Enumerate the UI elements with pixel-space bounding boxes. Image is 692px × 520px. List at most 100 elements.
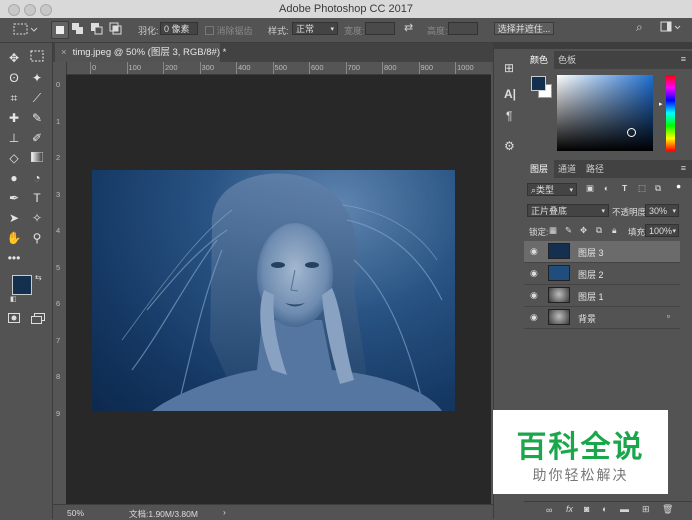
filter-type-layer-icon[interactable]: T bbox=[622, 183, 627, 193]
opacity-input[interactable]: 30% ▾ bbox=[645, 204, 679, 217]
new-selection-button[interactable] bbox=[51, 21, 69, 39]
tab-color[interactable]: 颜色 bbox=[524, 51, 555, 69]
history-panel-icon[interactable]: ⊞ bbox=[504, 61, 514, 75]
layer-row-background[interactable]: ◉ 背景 ▫ bbox=[524, 307, 680, 329]
width-input[interactable] bbox=[365, 22, 395, 35]
lock-transparent-pixels-icon[interactable]: ▦ bbox=[549, 225, 557, 236]
marquee-icon bbox=[30, 50, 44, 62]
layer-filter-kind-select[interactable]: ⌕类型 ▾ bbox=[527, 183, 577, 196]
color-picker-field[interactable] bbox=[557, 75, 653, 151]
filter-pixel-layer-icon[interactable]: ▣ bbox=[586, 183, 594, 194]
blur-tool-icon[interactable]: ● bbox=[4, 169, 24, 187]
add-mask-icon[interactable]: ◙ bbox=[584, 504, 589, 514]
paragraph-panel-icon[interactable]: ¶ bbox=[506, 109, 512, 123]
new-layer-icon[interactable]: ⊞ bbox=[642, 504, 650, 515]
layer-thumbnail bbox=[548, 287, 570, 303]
properties-panel-icon[interactable]: ⚙ bbox=[504, 139, 515, 153]
hand-tool-icon[interactable]: ✋ bbox=[4, 229, 24, 247]
clone-stamp-tool-icon[interactable]: ⊥ bbox=[4, 129, 24, 147]
edit-toolbar-icon[interactable]: ••• bbox=[4, 249, 24, 267]
delete-layer-icon[interactable]: 🗑︎ bbox=[662, 504, 673, 515]
gradient-tool-icon[interactable] bbox=[27, 149, 47, 167]
add-selection-button[interactable] bbox=[70, 21, 86, 37]
new-group-icon[interactable]: ▬ bbox=[620, 504, 629, 514]
swap-colors-icon[interactable]: ⇆ bbox=[35, 273, 42, 282]
panel-menu-icon[interactable]: ≡ bbox=[681, 163, 686, 173]
magic-wand-tool-icon[interactable]: ✦ bbox=[27, 69, 47, 87]
crop-tool-icon[interactable]: ⌗ bbox=[4, 89, 24, 107]
layer-style-icon[interactable]: fx bbox=[566, 504, 573, 514]
tab-layers[interactable]: 图层 bbox=[524, 160, 555, 178]
workspace-switcher[interactable] bbox=[660, 21, 682, 35]
antialias-checkbox[interactable]: 消除锯齿 bbox=[205, 24, 253, 37]
gradient-icon bbox=[30, 151, 44, 163]
intersect-selection-button[interactable] bbox=[108, 21, 124, 37]
zoom-level[interactable]: 50% bbox=[67, 508, 84, 518]
document-tab[interactable]: × timg.jpeg @ 50% (图层 3, RGB/8#) * bbox=[55, 43, 226, 62]
visibility-eye-icon[interactable]: ◉ bbox=[530, 268, 540, 278]
marquee-preset-picker[interactable] bbox=[10, 21, 38, 37]
quick-mask-icon[interactable] bbox=[8, 313, 20, 326]
select-and-mask-button[interactable]: 选择并遮住... bbox=[494, 22, 554, 35]
close-tab-icon[interactable]: × bbox=[55, 47, 73, 58]
screen-mode-icon[interactable] bbox=[31, 313, 45, 327]
layer-name[interactable]: 图层 3 bbox=[578, 246, 604, 259]
zoom-tool-icon[interactable]: ⚲ bbox=[27, 229, 47, 247]
pen-tool-icon[interactable]: ✒ bbox=[4, 189, 24, 207]
height-input[interactable] bbox=[448, 22, 478, 35]
visibility-eye-icon[interactable]: ◉ bbox=[530, 290, 540, 300]
filter-shape-layer-icon[interactable]: ⬚ bbox=[638, 183, 646, 194]
lasso-tool-icon[interactable]: ʘ bbox=[4, 69, 24, 87]
tab-paths[interactable]: 路径 bbox=[580, 160, 610, 178]
layer-row-3[interactable]: ◉ 图层 3 bbox=[524, 241, 680, 263]
blend-mode-select[interactable]: 正片叠底 ▾ bbox=[527, 204, 609, 217]
layer-row-2[interactable]: ◉ 图层 2 bbox=[524, 263, 680, 285]
subtract-selection-button[interactable] bbox=[89, 21, 105, 37]
tab-swatches[interactable]: 色板 bbox=[552, 51, 582, 69]
adjustment-layer-icon[interactable]: ◐ bbox=[602, 504, 607, 514]
fill-input[interactable]: 100% ▾ bbox=[645, 224, 679, 237]
lock-image-pixels-icon[interactable]: ✎ bbox=[565, 225, 572, 236]
visibility-eye-icon[interactable]: ◉ bbox=[530, 312, 540, 322]
color-picker-cursor[interactable] bbox=[627, 128, 636, 137]
horizontal-ruler[interactable]: 0 100 200 300 400 500 600 700 800 900 1000 bbox=[66, 62, 491, 75]
tab-channels[interactable]: 通道 bbox=[552, 160, 582, 178]
search-icon[interactable]: ⌕ bbox=[636, 20, 643, 35]
healing-brush-tool-icon[interactable]: ✚ bbox=[4, 109, 24, 127]
link-layers-icon[interactable]: ∞ bbox=[546, 505, 552, 515]
layer-row-1[interactable]: ◉ 图层 1 bbox=[524, 285, 680, 307]
eraser-tool-icon[interactable]: ◇ bbox=[4, 149, 24, 167]
history-brush-tool-icon[interactable]: ✐ bbox=[27, 129, 47, 147]
dodge-tool-icon[interactable]: ◔ bbox=[27, 169, 47, 187]
visibility-eye-icon[interactable]: ◉ bbox=[530, 246, 540, 256]
custom-shape-tool-icon[interactable]: ✧ bbox=[27, 209, 47, 227]
chevron-right-icon[interactable]: › bbox=[223, 507, 226, 517]
lock-all-icon[interactable]: 🔒︎ bbox=[612, 225, 617, 236]
layer-name[interactable]: 图层 2 bbox=[578, 268, 604, 281]
foreground-color-swatch[interactable] bbox=[12, 275, 32, 295]
move-tool-icon[interactable]: ✥ bbox=[4, 49, 24, 67]
hue-slider-marker-icon[interactable]: ▸ bbox=[659, 100, 663, 108]
feather-input[interactable]: 0 像素 bbox=[160, 22, 198, 35]
filter-toggle-icon[interactable]: ● bbox=[676, 181, 681, 191]
hue-slider[interactable] bbox=[666, 75, 675, 151]
type-tool-icon[interactable]: T bbox=[27, 189, 47, 207]
color-panel-foreground[interactable] bbox=[531, 76, 546, 91]
filter-adjustment-layer-icon[interactable]: ◐ bbox=[604, 183, 609, 193]
layer-name[interactable]: 背景 bbox=[578, 312, 596, 325]
default-colors-icon[interactable]: ◧ bbox=[10, 295, 17, 303]
layer-name[interactable]: 图层 1 bbox=[578, 290, 604, 303]
style-select[interactable]: 正常 ▾ bbox=[292, 22, 338, 35]
rect-marquee-tool-icon[interactable] bbox=[27, 49, 47, 67]
vertical-ruler[interactable]: 0 1 2 3 4 5 6 7 8 9 bbox=[53, 62, 67, 504]
character-panel-icon[interactable]: A| bbox=[504, 87, 516, 101]
eyedropper-tool-icon[interactable]: ⟋ bbox=[27, 89, 47, 107]
lock-position-icon[interactable]: ✥ bbox=[580, 225, 587, 236]
path-selection-tool-icon[interactable]: ➤ bbox=[4, 209, 24, 227]
swap-dimensions-icon[interactable]: ⇄ bbox=[404, 21, 413, 34]
lock-artboard-icon[interactable]: ⧉ bbox=[596, 225, 602, 236]
brush-tool-icon[interactable]: ✎ bbox=[27, 109, 47, 127]
document-image[interactable] bbox=[92, 170, 455, 411]
filter-smart-object-icon[interactable]: ⧉ bbox=[655, 183, 661, 194]
panel-menu-icon[interactable]: ≡ bbox=[681, 54, 686, 64]
